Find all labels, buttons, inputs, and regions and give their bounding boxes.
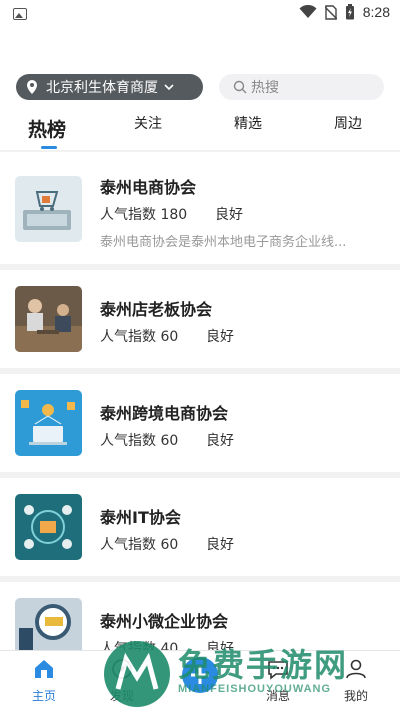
thumbnail-image xyxy=(15,494,82,560)
item-title: 泰州小微企业协会 xyxy=(100,612,229,631)
tab-hot[interactable]: 热榜 xyxy=(28,115,66,142)
image-icon xyxy=(13,8,27,20)
nav-home[interactable]: 主页 xyxy=(4,651,84,712)
status-bar: 8:28 xyxy=(0,0,400,30)
status-text: 良好 xyxy=(206,433,234,449)
nav-home-label: 主页 xyxy=(31,689,56,703)
active-tab-indicator xyxy=(41,146,57,149)
popularity-index: 人气指数 180 xyxy=(100,207,188,223)
item-title: 泰州跨境电商协会 xyxy=(100,404,229,423)
location-label: 北京利生体育商厦 xyxy=(46,80,158,96)
list-item[interactable]: 泰州IT协会 人气指数 60 良好 xyxy=(0,478,400,576)
chevron-down-icon xyxy=(164,84,174,91)
list-item[interactable]: 泰州跨境电商协会 人气指数 60 良好 xyxy=(0,374,400,472)
search-input[interactable]: 热搜 xyxy=(219,74,384,100)
thumbnail-image xyxy=(15,286,82,352)
no-sim-icon xyxy=(324,4,337,20)
tab-nearby[interactable]: 周边 xyxy=(334,113,362,133)
list-item[interactable]: 泰州店老板协会 人气指数 60 良好 xyxy=(0,270,400,368)
clock: 8:28 xyxy=(362,4,390,20)
location-selector[interactable]: 北京利生体育商厦 xyxy=(16,74,203,100)
location-pin-icon xyxy=(27,80,37,94)
wifi-icon xyxy=(299,5,317,18)
status-text: 良好 xyxy=(215,207,243,223)
tab-follow[interactable]: 关注 xyxy=(134,113,162,133)
popularity-index: 人气指数 60 xyxy=(100,537,179,553)
thumbnail-image xyxy=(15,176,82,242)
list-item[interactable]: 泰州电商协会 人气指数 180 良好 泰州电商协会是泰州本地电子商务企业线... xyxy=(0,152,400,264)
thumbnail-image xyxy=(15,598,82,652)
search-placeholder: 热搜 xyxy=(251,80,279,96)
watermark-text: 免费手游网 xyxy=(178,646,349,684)
popularity-index: 人气指数 60 xyxy=(100,329,179,345)
watermark-logo xyxy=(104,641,170,707)
status-text: 良好 xyxy=(206,537,234,553)
item-title: 泰州电商协会 xyxy=(100,178,197,197)
item-title: 泰州IT协会 xyxy=(100,508,181,527)
item-title: 泰州店老板协会 xyxy=(100,300,213,319)
status-icons: 8:28 xyxy=(299,4,390,20)
search-icon xyxy=(233,80,247,94)
watermark-subtext: MIANFEISHOUYOUWANG xyxy=(178,683,332,695)
tab-featured[interactable]: 精选 xyxy=(234,113,262,133)
popularity-index: 人气指数 60 xyxy=(100,433,179,449)
battery-charging-icon xyxy=(345,4,354,20)
home-icon xyxy=(35,660,53,678)
status-text: 良好 xyxy=(206,329,234,345)
item-description: 泰州电商协会是泰州本地电子商务企业线... xyxy=(100,235,347,250)
thumbnail-image xyxy=(15,390,82,456)
